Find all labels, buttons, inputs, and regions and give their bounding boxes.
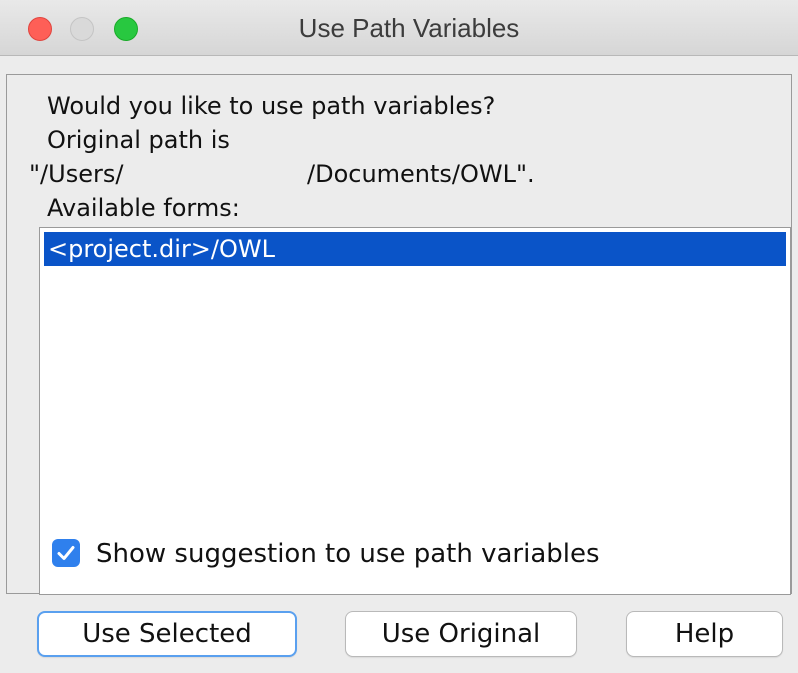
show-suggestion-checkbox[interactable] — [52, 539, 80, 567]
use-original-button[interactable]: Use Original — [345, 611, 577, 657]
original-path-label: Original path is — [47, 126, 230, 154]
list-item[interactable]: <project.dir>/OWL — [44, 232, 786, 266]
available-forms-label: Available forms: — [47, 194, 240, 222]
dialog-content: Would you like to use path variables? Or… — [6, 74, 792, 595]
original-path-prefix: "/Users/ — [29, 160, 124, 188]
checkmark-icon — [57, 546, 75, 560]
original-path-suffix: /Documents/OWL". — [307, 160, 535, 188]
use-selected-button[interactable]: Use Selected — [37, 611, 297, 657]
title-bar[interactable]: Use Path Variables — [0, 0, 798, 56]
window-title: Use Path Variables — [298, 13, 520, 43]
question-text: Would you like to use path variables? — [47, 92, 496, 120]
help-button[interactable]: Help — [626, 611, 783, 657]
show-suggestion-label[interactable]: Show suggestion to use path variables — [96, 536, 600, 572]
dialog-window: Use Path Variables Would you like to use… — [0, 0, 798, 673]
